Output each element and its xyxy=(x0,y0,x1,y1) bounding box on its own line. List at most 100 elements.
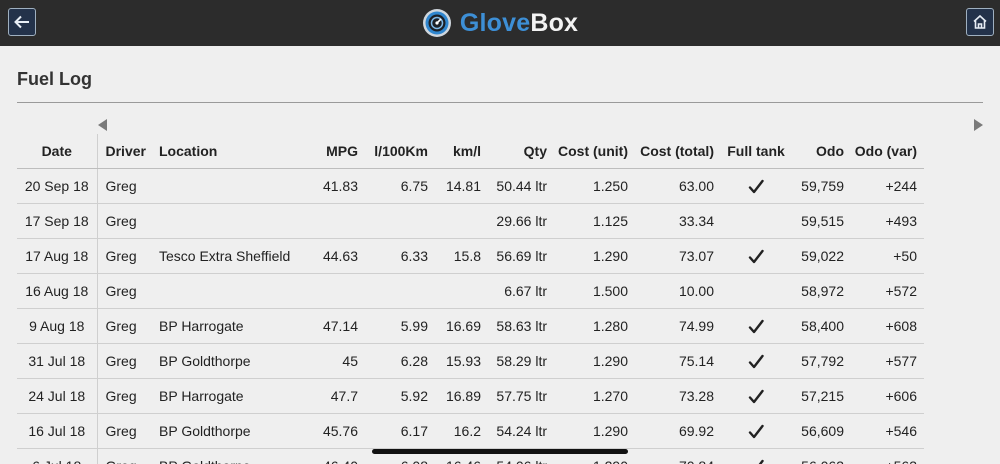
col-header-cost-unit[interactable]: Cost (unit) xyxy=(554,134,635,169)
cell-mpg: 44.63 xyxy=(311,239,365,274)
cell-cost-unit: 1.280 xyxy=(554,309,635,344)
cell-cost-total: 75.14 xyxy=(635,344,721,379)
checkmark-icon xyxy=(748,459,764,464)
cell-date: 9 Aug 18 xyxy=(17,309,97,344)
app-brand: GloveBox xyxy=(0,8,1000,38)
cell-location xyxy=(153,274,311,309)
cell-qty: 6.67 ltr xyxy=(488,274,554,309)
cell-location: BP Harrogate xyxy=(153,379,311,414)
table-row[interactable]: 16 Jul 18GregBP Goldthorpe45.766.1716.25… xyxy=(17,414,924,449)
col-header-odo[interactable]: Odo xyxy=(791,134,851,169)
cell-location xyxy=(153,204,311,239)
checkmark-icon xyxy=(748,424,764,440)
cell-cost-unit: 1.125 xyxy=(554,204,635,239)
cell-mpg: 47.7 xyxy=(311,379,365,414)
table-row[interactable]: 17 Sep 18Greg29.66 ltr1.12533.3459,515+4… xyxy=(17,204,924,239)
table-row[interactable]: 16 Aug 18Greg6.67 ltr1.50010.0058,972+57… xyxy=(17,274,924,309)
table-header-row: Date Driver Location MPG l/100Km km/l Qt… xyxy=(17,134,924,169)
cell-date: 16 Jul 18 xyxy=(17,414,97,449)
col-header-full-tank[interactable]: Full tank xyxy=(721,134,791,169)
cell-odo: 59,022 xyxy=(791,239,851,274)
cell-kml: 16.2 xyxy=(435,414,488,449)
cell-cost-total: 63.00 xyxy=(635,169,721,204)
cell-mpg: 45 xyxy=(311,344,365,379)
home-icon xyxy=(972,14,988,30)
cell-full-tank xyxy=(721,344,791,379)
cell-odo-var: +608 xyxy=(851,309,924,344)
cell-location: BP Goldthorpe xyxy=(153,414,311,449)
cell-location: BP Goldthorpe xyxy=(153,344,311,379)
fuel-log-table-container[interactable]: Date Driver Location MPG l/100Km km/l Qt… xyxy=(17,134,924,464)
col-header-cost-total[interactable]: Cost (total) xyxy=(635,134,721,169)
cell-driver: Greg xyxy=(97,169,153,204)
cell-location: BP Harrogate xyxy=(153,309,311,344)
col-header-l100km[interactable]: l/100Km xyxy=(365,134,435,169)
col-header-qty[interactable]: Qty xyxy=(488,134,554,169)
col-header-date[interactable]: Date xyxy=(17,134,97,169)
cell-l100km: 6.33 xyxy=(365,239,435,274)
cell-cost-total: 73.07 xyxy=(635,239,721,274)
cell-odo-var: +244 xyxy=(851,169,924,204)
home-indicator-bar[interactable] xyxy=(372,449,628,454)
cell-mpg: 45.76 xyxy=(311,414,365,449)
cell-cost-unit: 1.270 xyxy=(554,379,635,414)
cell-l100km xyxy=(365,204,435,239)
fuel-log-table: Date Driver Location MPG l/100Km km/l Qt… xyxy=(17,134,924,464)
cell-date: 17 Sep 18 xyxy=(17,204,97,239)
checkmark-icon xyxy=(748,319,764,335)
col-header-odo-var[interactable]: Odo (var) xyxy=(851,134,924,169)
gauge-logo-icon xyxy=(422,8,452,38)
scroll-right-arrow-icon[interactable] xyxy=(974,119,983,131)
app-title: GloveBox xyxy=(460,9,578,38)
col-header-driver[interactable]: Driver xyxy=(97,134,153,169)
cell-date: 31 Jul 18 xyxy=(17,344,97,379)
cell-date: 16 Aug 18 xyxy=(17,274,97,309)
cell-qty: 29.66 ltr xyxy=(488,204,554,239)
cell-odo: 59,759 xyxy=(791,169,851,204)
cell-odo-var: +577 xyxy=(851,344,924,379)
col-header-location[interactable]: Location xyxy=(153,134,311,169)
cell-full-tank xyxy=(721,204,791,239)
cell-cost-total: 69.92 xyxy=(635,414,721,449)
cell-qty: 57.75 ltr xyxy=(488,379,554,414)
cell-mpg xyxy=(311,204,365,239)
cell-date: 24 Jul 18 xyxy=(17,379,97,414)
cell-odo: 56,609 xyxy=(791,414,851,449)
col-header-kml[interactable]: km/l xyxy=(435,134,488,169)
scroll-left-arrow-icon[interactable] xyxy=(98,119,107,131)
cell-full-tank xyxy=(721,309,791,344)
cell-kml: 15.93 xyxy=(435,344,488,379)
checkmark-icon xyxy=(748,249,764,265)
table-row[interactable]: 24 Jul 18GregBP Harrogate47.75.9216.8957… xyxy=(17,379,924,414)
cell-driver: Greg xyxy=(97,309,153,344)
table-row[interactable]: 9 Aug 18GregBP Harrogate47.145.9916.6958… xyxy=(17,309,924,344)
home-button[interactable] xyxy=(966,8,994,36)
cell-driver: Greg xyxy=(97,379,153,414)
cell-driver: Greg xyxy=(97,274,153,309)
table-row[interactable]: 17 Aug 18GregTesco Extra Sheffield44.636… xyxy=(17,239,924,274)
cell-kml xyxy=(435,204,488,239)
col-header-mpg[interactable]: MPG xyxy=(311,134,365,169)
cell-l100km: 5.99 xyxy=(365,309,435,344)
cell-date: 20 Sep 18 xyxy=(17,169,97,204)
cell-mpg xyxy=(311,274,365,309)
cell-date: 17 Aug 18 xyxy=(17,239,97,274)
cell-odo-var: +493 xyxy=(851,204,924,239)
table-row[interactable]: 31 Jul 18GregBP Goldthorpe456.2815.9358.… xyxy=(17,344,924,379)
checkmark-icon xyxy=(748,354,764,370)
cell-driver: Greg xyxy=(97,344,153,379)
cell-qty: 58.29 ltr xyxy=(488,344,554,379)
cell-odo-var: +50 xyxy=(851,239,924,274)
cell-cost-unit: 1.290 xyxy=(554,344,635,379)
cell-cost-unit: 1.290 xyxy=(554,414,635,449)
brand-text-box: Box xyxy=(530,9,578,37)
cell-odo: 57,792 xyxy=(791,344,851,379)
table-row[interactable]: 20 Sep 18Greg41.836.7514.8150.44 ltr1.25… xyxy=(17,169,924,204)
cell-mpg: 47.14 xyxy=(311,309,365,344)
cell-odo-var: +572 xyxy=(851,274,924,309)
page-title: Fuel Log xyxy=(17,69,92,90)
cell-full-tank xyxy=(721,379,791,414)
cell-driver: Greg xyxy=(97,414,153,449)
brand-text-glove: Glove xyxy=(460,9,530,37)
cell-kml: 14.81 xyxy=(435,169,488,204)
